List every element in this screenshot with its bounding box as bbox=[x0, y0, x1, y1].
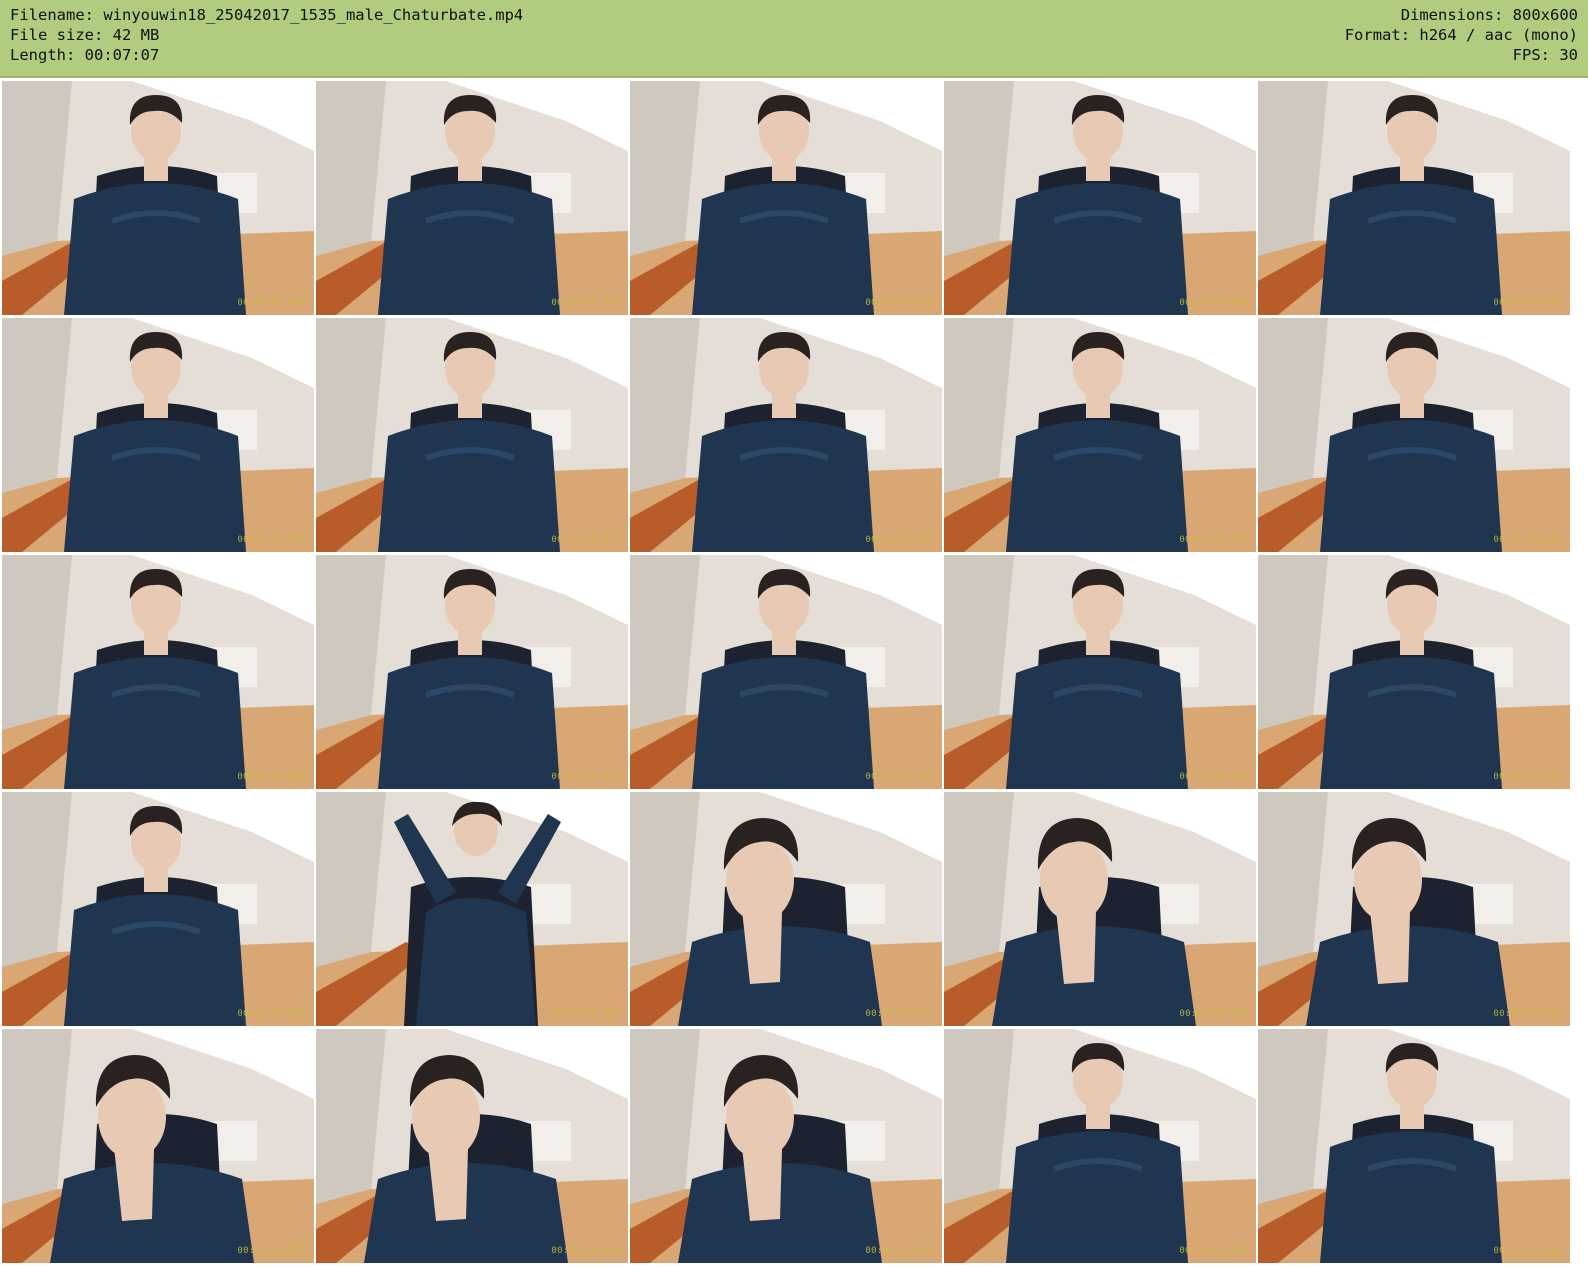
thumbnail-timestamp: 00:04:45.004 bbox=[551, 1009, 620, 1019]
video-thumbnail: 00:04:27.191 bbox=[2, 792, 314, 1026]
info-header: Filename: winyouwin18_25042017_1535_male… bbox=[0, 0, 1588, 78]
video-thumbnail: 00:03:33.753 bbox=[630, 555, 942, 789]
thumbnail-timestamp: 00:02:58.128 bbox=[237, 772, 306, 782]
thumbnail-timestamp: 00:04:09.379 bbox=[1493, 772, 1562, 782]
thumbnail-timestamp: 00:00:53.438 bbox=[1179, 298, 1248, 308]
thumbnail-timestamp: 00:03:33.753 bbox=[865, 772, 934, 782]
thumbnail-timestamp: 00:00:17.812 bbox=[551, 298, 620, 308]
video-thumbnail: 00:04:45.004 bbox=[316, 792, 628, 1026]
fps-line: FPS: 30 bbox=[1512, 46, 1578, 64]
video-thumbnail: 00:06:14.068 bbox=[316, 1029, 628, 1263]
video-thumbnail: 00:02:58.128 bbox=[2, 555, 314, 789]
thumbnail-timestamp: 00:03:51.566 bbox=[1179, 772, 1248, 782]
thumbnail-timestamp: 00:04:27.191 bbox=[237, 1009, 306, 1019]
video-thumbnail: 00:05:56.255 bbox=[2, 1029, 314, 1263]
video-thumbnail: 00:00:35.626 bbox=[630, 81, 942, 315]
video-thumbnail: 00:05:38.442 bbox=[1258, 792, 1570, 1026]
dimensions-line: Dimensions: 800x600 bbox=[1400, 6, 1578, 24]
video-thumbnail: 00:03:51.566 bbox=[944, 555, 1256, 789]
thumbnail-timestamp: 00:03:15.940 bbox=[551, 772, 620, 782]
thumbnail-timestamp: 00:00:35.626 bbox=[865, 298, 934, 308]
thumbnail-timestamp: 00:06:49.693 bbox=[1179, 1246, 1248, 1256]
thumbnail-timestamp: 00:02:04.689 bbox=[865, 535, 934, 545]
thumbnail-timestamp: 00:01:46.877 bbox=[551, 535, 620, 545]
thumbnail-timestamp: 00:05:02.817 bbox=[865, 1009, 934, 1019]
format-line: Format: h264 / aac (mono) bbox=[1344, 26, 1578, 44]
file-info-left: Filename: winyouwin18_25042017_1535_male… bbox=[10, 5, 523, 65]
video-thumbnail: 00:04:09.379 bbox=[1258, 555, 1570, 789]
video-thumbnail: 00:06:31.881 bbox=[630, 1029, 942, 1263]
video-thumbnail: 00:06:49.693 bbox=[944, 1029, 1256, 1263]
video-thumbnail: 00:05:02.817 bbox=[630, 792, 942, 1026]
thumbnail-timestamp: 00:02:40.315 bbox=[1493, 535, 1562, 545]
video-thumbnail: 00:02:40.315 bbox=[1258, 318, 1570, 552]
video-thumbnail: 00:02:22.502 bbox=[944, 318, 1256, 552]
thumbnail-timestamp: 00:05:20.630 bbox=[1179, 1009, 1248, 1019]
video-thumbnail: 00:01:29.064 bbox=[2, 318, 314, 552]
thumbnail-timestamp: 00:06:14.068 bbox=[551, 1246, 620, 1256]
video-thumbnail: 00:00:53.438 bbox=[944, 81, 1256, 315]
thumbnail-timestamp: 00:01:29.064 bbox=[237, 535, 306, 545]
filename-line: Filename: winyouwin18_25042017_1535_male… bbox=[10, 6, 524, 24]
thumbnail-timestamp: 00:05:56.255 bbox=[237, 1246, 306, 1256]
thumbnail-timestamp: 00:05:38.442 bbox=[1493, 1009, 1562, 1019]
length-line: Length: 00:07:07 bbox=[10, 46, 160, 64]
thumbnail-timestamp: 00:00:00.000 bbox=[237, 298, 306, 308]
video-thumbnail: 00:01:11.251 bbox=[1258, 81, 1570, 315]
video-thumbnail: 00:01:46.877 bbox=[316, 318, 628, 552]
video-thumbnail: 00:03:15.940 bbox=[316, 555, 628, 789]
thumbnail-timestamp: 00:06:31.881 bbox=[865, 1246, 934, 1256]
thumbnail-timestamp: 00:02:22.502 bbox=[1179, 535, 1248, 545]
video-thumbnail: 00:00:17.812 bbox=[316, 81, 628, 315]
filesize-line: File size: 42 MB bbox=[10, 26, 160, 44]
thumbnail-timestamp: 00:01:11.251 bbox=[1493, 298, 1562, 308]
video-thumbnail: 00:07:07.506 bbox=[1258, 1029, 1570, 1263]
video-thumbnail: 00:00:00.000 bbox=[2, 81, 314, 315]
video-thumbnail: 00:02:04.689 bbox=[630, 318, 942, 552]
file-info-right: Dimensions: 800x600 Format: h264 / aac (… bbox=[1345, 5, 1578, 65]
thumbnail-timestamp: 00:07:07.506 bbox=[1493, 1246, 1562, 1256]
video-thumbnail: 00:05:20.630 bbox=[944, 792, 1256, 1026]
thumbnail-grid: 00:00:00.000 00:00:17.812 00:00:35.626 0… bbox=[0, 80, 1588, 1280]
